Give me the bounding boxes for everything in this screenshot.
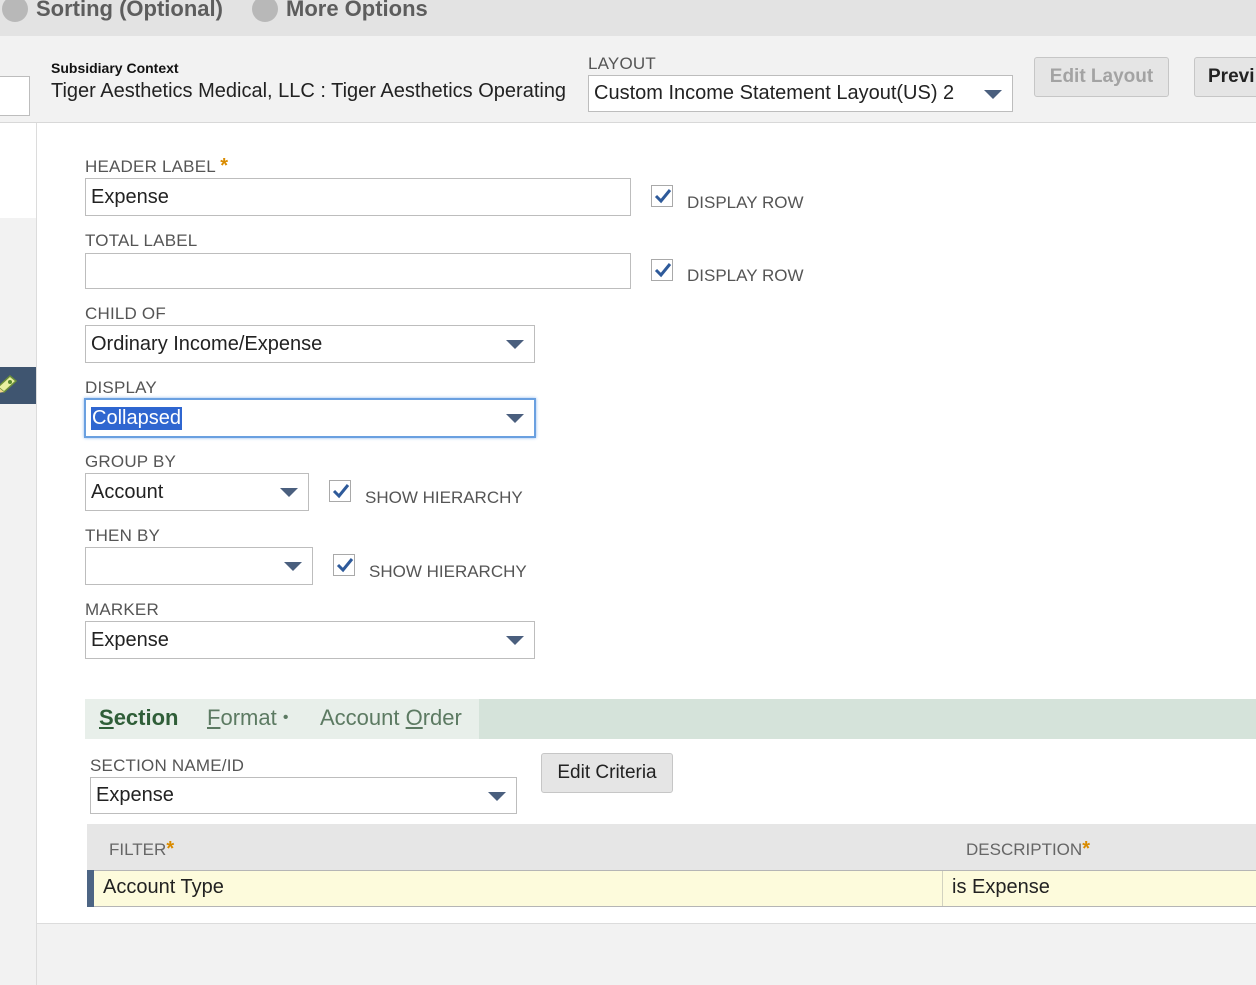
group-by-label: GROUP BY xyxy=(85,452,177,471)
edit-criteria-button[interactable]: Edit Criteria xyxy=(541,753,673,793)
column-header-filter[interactable]: FILTER* xyxy=(109,838,174,861)
header-display-row-checkbox[interactable] xyxy=(651,185,673,207)
tab-status-icon xyxy=(252,0,278,22)
header-label-label: HEADER LABEL * xyxy=(85,155,229,177)
subsidiary-context-label: Subsidiary Context xyxy=(51,60,179,76)
chevron-down-icon xyxy=(506,340,524,349)
required-asterisk: * xyxy=(1082,838,1090,860)
header-label-input[interactable]: Expense xyxy=(85,178,631,216)
marker-value: Expense xyxy=(91,628,169,651)
column-divider xyxy=(942,871,943,906)
row-selection-indicator xyxy=(87,870,94,907)
total-display-row-label: DISPLAY ROW xyxy=(687,266,804,285)
total-label-label: TOTAL LABEL xyxy=(85,231,198,250)
checkmark-icon xyxy=(654,189,672,204)
group-by-show-hierarchy-checkbox[interactable] xyxy=(329,480,351,502)
marker-label: MARKER xyxy=(85,600,159,619)
chevron-down-icon xyxy=(488,791,506,801)
chevron-down-icon xyxy=(284,562,302,571)
layout-label: LAYOUT xyxy=(588,54,656,73)
chevron-down-icon xyxy=(506,636,524,645)
child-of-label: CHILD OF xyxy=(85,304,166,323)
cell-description[interactable]: is Expense xyxy=(952,876,1050,899)
tab-label: More Options xyxy=(286,0,428,21)
left-sidebar-selected-item[interactable] xyxy=(0,367,36,404)
tab-label: Sorting (Optional) xyxy=(36,0,223,21)
display-select[interactable]: Collapsed xyxy=(84,398,536,438)
child-of-select[interactable]: Ordinary Income/Expense xyxy=(85,325,535,363)
display-value: Collapsed xyxy=(91,406,182,430)
tab-more-options[interactable]: More Options xyxy=(252,0,428,22)
marker-select[interactable]: Expense xyxy=(85,621,535,659)
child-of-value: Ordinary Income/Expense xyxy=(91,332,323,355)
header-display-row-label: DISPLAY ROW xyxy=(687,193,804,212)
group-by-show-hierarchy-label: SHOW HIERARCHY xyxy=(365,488,523,507)
section-name-label: SECTION NAME/ID xyxy=(90,756,245,775)
tab-status-icon xyxy=(2,0,28,22)
table-row[interactable] xyxy=(87,870,1256,907)
preview-button[interactable]: Previ xyxy=(1194,57,1256,97)
section-name-value: Expense xyxy=(96,784,174,806)
header-left-field[interactable] xyxy=(0,76,30,116)
section-name-select[interactable]: Expense xyxy=(90,777,517,814)
then-by-label: THEN BY xyxy=(85,526,161,545)
total-label-input[interactable] xyxy=(85,253,631,289)
left-sidebar-panel xyxy=(0,123,36,218)
then-by-show-hierarchy-label: SHOW HIERARCHY xyxy=(369,562,527,581)
column-header-description[interactable]: DESCRIPTION* xyxy=(966,838,1090,861)
checkmark-icon xyxy=(654,263,672,278)
subtab-account-order[interactable]: Account Order xyxy=(320,705,462,731)
chevron-down-icon xyxy=(280,488,298,497)
cell-filter[interactable]: Account Type xyxy=(103,876,224,899)
subsidiary-context-value: Tiger Aesthetics Medical, LLC : Tiger Ae… xyxy=(51,80,567,102)
display-label: DISPLAY xyxy=(85,378,157,397)
left-sidebar xyxy=(0,123,37,985)
required-asterisk: * xyxy=(166,838,175,860)
checkmark-icon xyxy=(336,558,354,573)
group-by-value: Account xyxy=(91,480,164,503)
edit-layout-button[interactable]: Edit Layout xyxy=(1034,57,1169,97)
chevron-down-icon xyxy=(984,89,1002,99)
then-by-show-hierarchy-checkbox[interactable] xyxy=(333,554,355,576)
chevron-down-icon xyxy=(506,414,524,423)
edit-pencil-icon xyxy=(0,375,18,393)
subtab-section[interactable]: Section xyxy=(99,705,178,731)
checkmark-icon xyxy=(332,484,350,499)
subtab-format[interactable]: Format • xyxy=(207,705,288,731)
required-asterisk: * xyxy=(220,155,229,177)
group-by-select[interactable]: Account xyxy=(85,473,309,511)
tab-sorting-optional[interactable]: Sorting (Optional) xyxy=(2,0,223,22)
then-by-select[interactable] xyxy=(85,547,313,585)
layout-select[interactable]: Custom Income Statement Layout(US) 2 xyxy=(588,75,1013,112)
format-modified-dot: • xyxy=(282,709,289,726)
total-display-row-checkbox[interactable] xyxy=(651,259,673,281)
layout-select-value: Custom Income Statement Layout(US) 2 xyxy=(594,82,955,104)
